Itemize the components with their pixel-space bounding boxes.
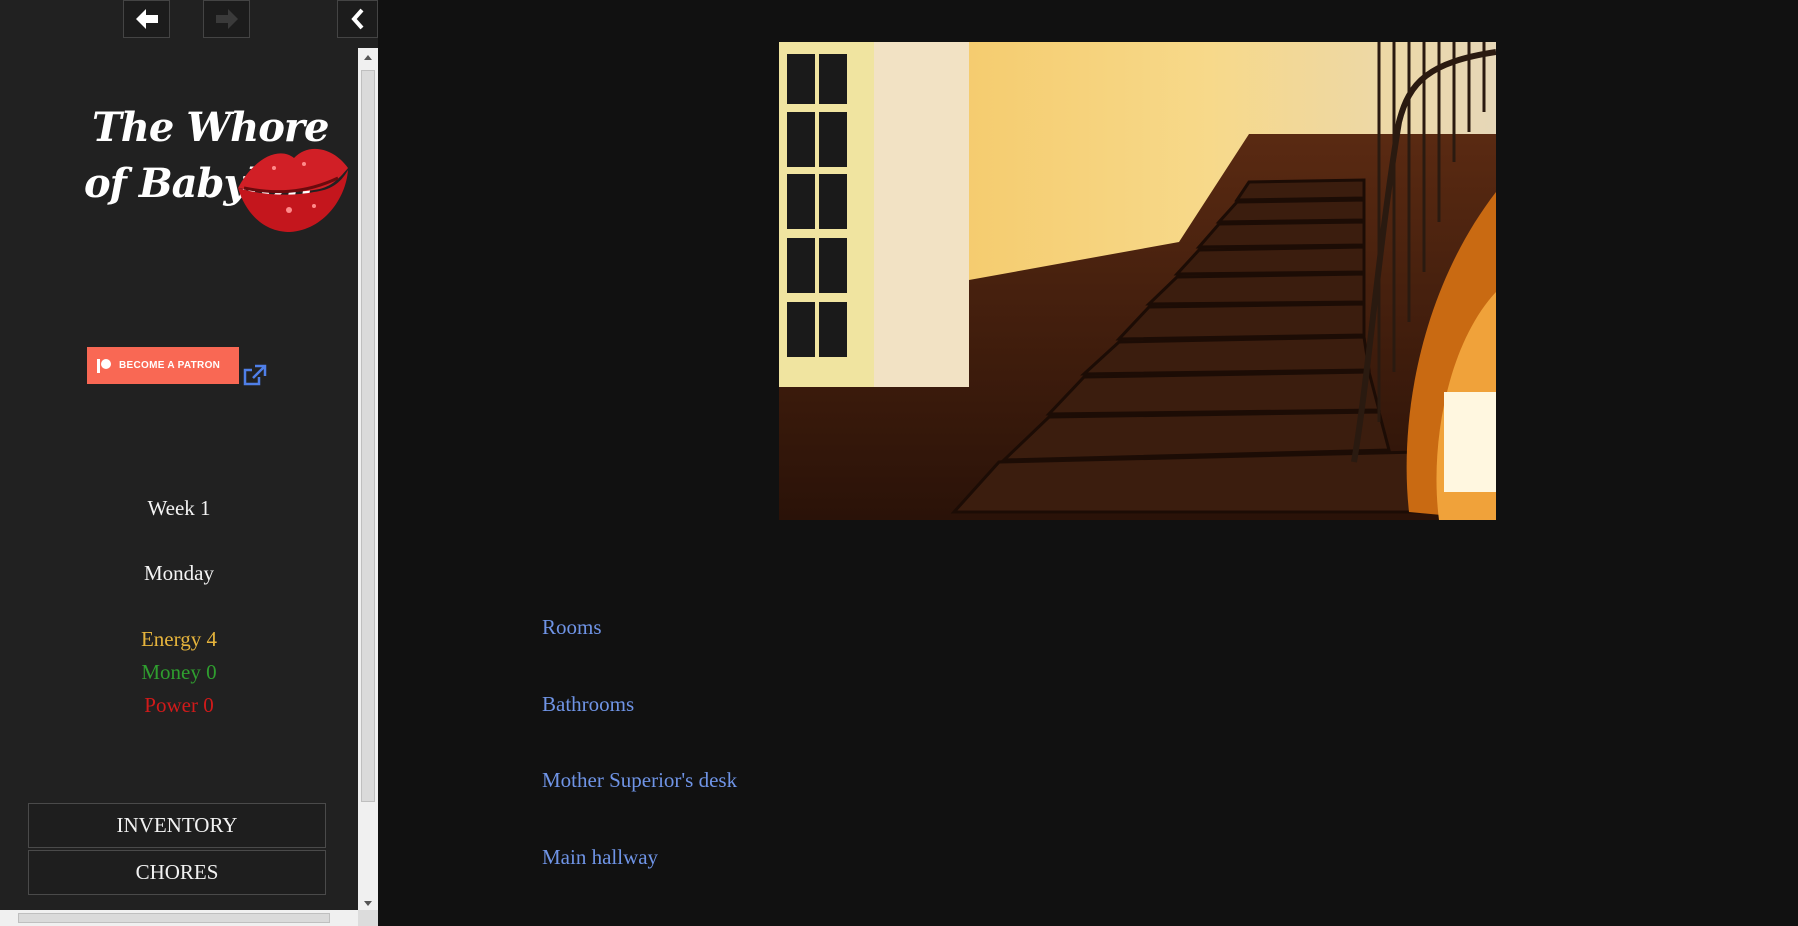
collapse-sidebar-button[interactable]: [337, 0, 378, 38]
chevron-left-icon: [350, 8, 363, 30]
sidebar: The Whore of Babylon BECOME A PATRON Wee…: [0, 0, 378, 926]
scrollbar-thumb[interactable]: [361, 70, 375, 802]
lips-icon: [238, 148, 348, 232]
week-label: Week 1: [147, 496, 211, 520]
sidebar-vertical-scrollbar[interactable]: [358, 48, 378, 910]
power-stat: Power 0: [144, 693, 214, 717]
link-rooms[interactable]: Rooms: [542, 615, 602, 640]
arrow-right-icon: [215, 9, 238, 29]
arrow-left-icon: [135, 9, 158, 29]
become-patron-label: BECOME A PATRON: [119, 360, 221, 371]
main-panel: Rooms Bathrooms Mother Superior's desk M…: [378, 0, 1798, 926]
game-logo: The Whore of Babylon: [84, 98, 356, 298]
become-patron-button[interactable]: BECOME A PATRON: [87, 347, 239, 384]
inventory-button[interactable]: INVENTORY: [28, 803, 326, 848]
scrollbar-corner: [358, 910, 378, 926]
chores-button[interactable]: CHORES: [28, 850, 326, 895]
money-stat: Money 0: [141, 660, 217, 684]
forward-button[interactable]: [203, 0, 250, 38]
sidebar-content: The Whore of Babylon BECOME A PATRON Wee…: [0, 48, 358, 910]
link-mother-superiors-desk[interactable]: Mother Superior's desk: [542, 768, 737, 793]
link-main-hallway[interactable]: Main hallway: [542, 845, 658, 870]
external-link-icon[interactable]: [243, 364, 267, 391]
link-bathrooms[interactable]: Bathrooms: [542, 692, 634, 717]
patreon-icon: [97, 358, 111, 373]
scroll-down-icon[interactable]: [363, 900, 373, 908]
staircase-image: [779, 42, 1496, 520]
scroll-up-icon[interactable]: [363, 53, 373, 61]
energy-stat: Energy 4: [140, 627, 217, 651]
back-button[interactable]: [123, 0, 170, 38]
horizontal-scrollbar-thumb[interactable]: [18, 913, 330, 923]
day-label: Monday: [144, 561, 214, 585]
sidebar-horizontal-scrollbar[interactable]: [0, 910, 358, 926]
